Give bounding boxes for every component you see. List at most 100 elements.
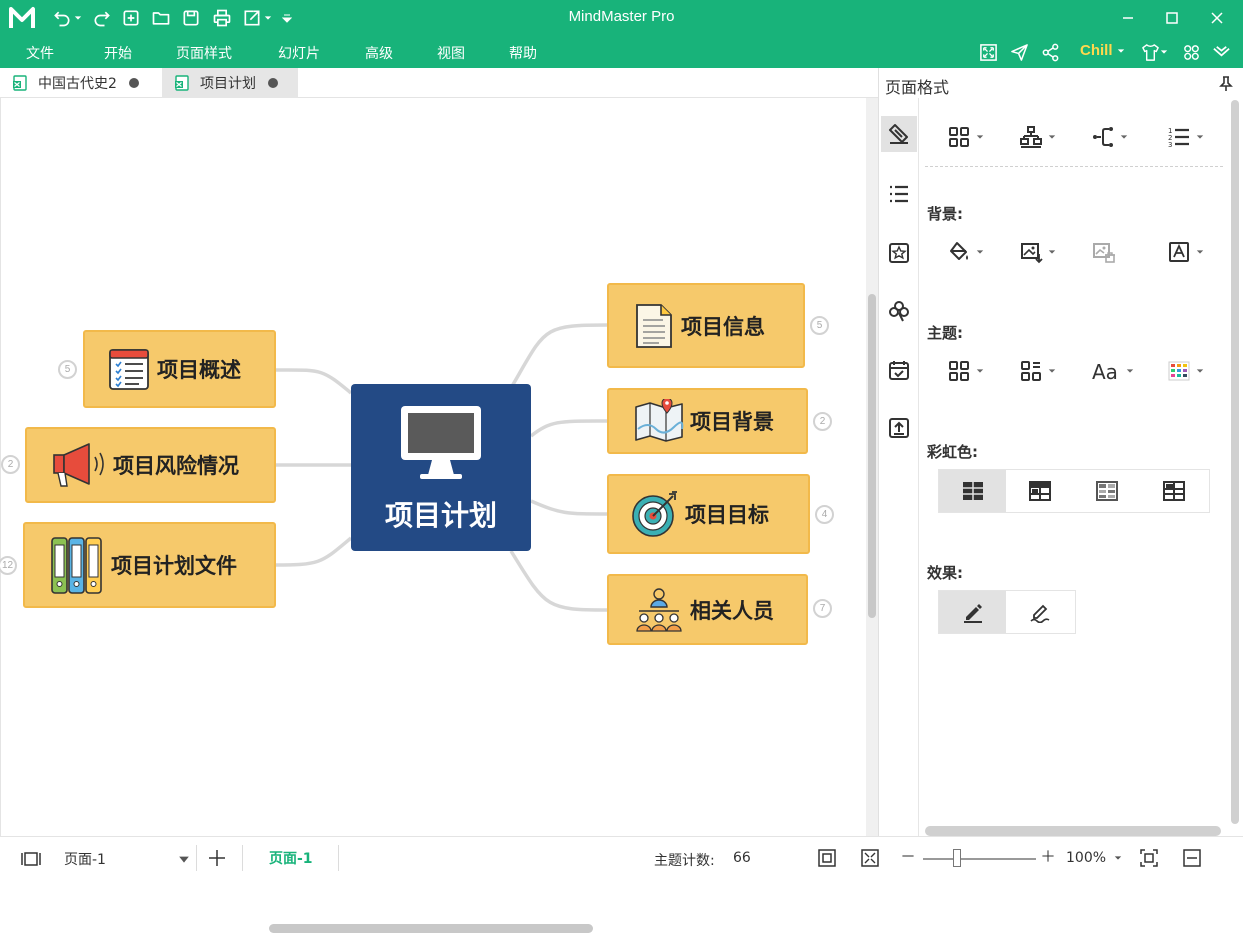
topic-related-people[interactable]: 相关人员: [607, 574, 808, 645]
zoom-out-button[interactable]: [901, 849, 915, 863]
chevron-down-icon: [1120, 135, 1128, 139]
maximize-button[interactable]: [1157, 4, 1187, 32]
fit-page-button[interactable]: [817, 848, 837, 868]
remove-background-button[interactable]: [1091, 238, 1115, 266]
scrollbar-thumb[interactable]: [1231, 100, 1239, 824]
menu-page-style[interactable]: 页面样式: [176, 43, 232, 63]
central-topic[interactable]: 项目计划: [351, 384, 531, 551]
rainbow-option-3[interactable]: [1073, 470, 1140, 512]
panel-vertical-scrollbar[interactable]: [1229, 98, 1241, 826]
collapse-count-badge[interactable]: 2: [1, 455, 20, 474]
collapse-count-badge[interactable]: 5: [58, 360, 77, 379]
theme-style-button[interactable]: [1019, 357, 1056, 385]
chevron-down-icon: [1117, 49, 1124, 53]
svg-text:3: 3: [1168, 141, 1172, 149]
megaphone-icon: [53, 443, 104, 487]
collapse-count-badge[interactable]: 5: [810, 316, 829, 335]
side-tab-outline[interactable]: [881, 176, 917, 212]
mindmap-file-icon: [13, 75, 27, 91]
share-button[interactable]: [1039, 41, 1061, 63]
handwriting-pen-icon: [1029, 604, 1049, 623]
side-tab-page-format[interactable]: [881, 116, 917, 152]
pin-icon[interactable]: [1219, 76, 1233, 92]
panel-horizontal-scrollbar[interactable]: [925, 826, 1221, 836]
fullscreen-view-button[interactable]: [860, 848, 880, 868]
topic-project-goals[interactable]: 项目目标: [607, 474, 810, 554]
zoom-level-select[interactable]: 100%: [1066, 850, 1122, 866]
send-icon: [1010, 43, 1028, 61]
theme-button[interactable]: [947, 357, 984, 385]
fit-width-button[interactable]: [1139, 848, 1159, 868]
background-color-button[interactable]: [947, 238, 984, 266]
side-tab-tasks[interactable]: [881, 352, 917, 388]
apps-button[interactable]: [1180, 41, 1202, 63]
fullscreen-button[interactable]: [977, 41, 999, 63]
add-page-button[interactable]: [207, 848, 227, 868]
canvas-vertical-scrollbar[interactable]: [866, 98, 878, 836]
canvas-horizontal-scrollbar[interactable]: [1, 922, 867, 934]
connector-style-button[interactable]: [1091, 123, 1128, 151]
mindmap-canvas[interactable]: 项目计划 项目信息 5 项目背景 2 项目目标 4 相关人员 7 项目概述 5 …: [0, 98, 866, 933]
side-tab-icons[interactable]: [881, 235, 917, 271]
tab-project-plan[interactable]: 项目计划: [162, 68, 298, 98]
chevron-down-icon: [1048, 135, 1056, 139]
fit-window-button[interactable]: [1182, 848, 1202, 868]
target-icon: [632, 491, 677, 537]
effect-option-normal[interactable]: [939, 591, 1006, 633]
structure-button[interactable]: [1019, 123, 1056, 151]
collapse-ribbon-button[interactable]: [1210, 41, 1232, 63]
tab-chinese-history[interactable]: 中国古代史2: [0, 68, 162, 98]
watermark-button[interactable]: [1167, 238, 1204, 266]
menu-file[interactable]: 文件: [26, 43, 54, 63]
layout-button[interactable]: [947, 123, 984, 151]
topic-label: 项目风险情况: [113, 454, 239, 478]
minimize-button[interactable]: [1113, 4, 1143, 32]
effect-option-handdrawn[interactable]: [1006, 591, 1073, 633]
rainbow-option-2[interactable]: [1006, 470, 1073, 512]
publish-button[interactable]: [1008, 41, 1030, 63]
skin-button[interactable]: [1137, 41, 1171, 63]
central-topic-label: 项目计划: [384, 499, 497, 532]
topic-project-background[interactable]: 项目背景: [607, 388, 808, 454]
topic-project-risks[interactable]: 项目风险情况: [25, 427, 276, 503]
unsaved-dot-icon[interactable]: [128, 78, 139, 88]
topic-project-info[interactable]: 项目信息: [607, 283, 805, 368]
page-select[interactable]: 页面-1: [64, 849, 190, 869]
people-icon: [636, 587, 682, 632]
zoom-in-button[interactable]: [1041, 849, 1055, 863]
background-image-button[interactable]: [1019, 238, 1056, 266]
collapse-count-badge[interactable]: 7: [813, 599, 832, 618]
close-button[interactable]: [1202, 4, 1232, 32]
rainbow-option-1[interactable]: [939, 470, 1006, 512]
unsaved-dot-icon[interactable]: [268, 78, 278, 88]
close-icon: [1211, 12, 1223, 24]
collapse-count-badge[interactable]: 2: [813, 412, 832, 431]
topic-project-overview[interactable]: 项目概述: [83, 330, 276, 408]
menu-slideshow[interactable]: 幻灯片: [278, 43, 320, 63]
toggle-page-panel-button[interactable]: [21, 849, 41, 869]
theme-font-button[interactable]: Aa: [1091, 357, 1134, 385]
paint-tool-icon: [889, 124, 908, 144]
side-tab-clipart[interactable]: [881, 293, 917, 329]
zoom-slider-track[interactable]: [923, 858, 1036, 860]
scrollbar-thumb[interactable]: [269, 924, 593, 933]
menu-help[interactable]: 帮助: [509, 43, 537, 63]
menu-home[interactable]: 开始: [104, 43, 132, 63]
chevron-down-icon: [1126, 369, 1134, 373]
rainbow-option-4[interactable]: [1140, 470, 1207, 512]
connector-line: [509, 550, 609, 612]
chevron-down-icon: [976, 369, 984, 373]
scrollbar-thumb[interactable]: [868, 294, 876, 618]
theme-color-button[interactable]: [1167, 357, 1204, 385]
zoom-slider-thumb[interactable]: [953, 849, 961, 867]
side-tab-export[interactable]: [881, 410, 917, 446]
upload-icon: [889, 418, 909, 438]
theme-selector[interactable]: Chill: [1080, 42, 1125, 59]
menu-advanced[interactable]: 高级: [365, 43, 393, 63]
collapse-count-badge[interactable]: 4: [815, 505, 834, 524]
page-tab-1[interactable]: 页面-1: [269, 848, 313, 868]
topic-project-plan-files[interactable]: 项目计划文件: [23, 522, 276, 608]
watermark-icon: [1169, 242, 1189, 262]
numbering-button[interactable]: 123: [1167, 123, 1204, 151]
menu-view[interactable]: 视图: [437, 43, 465, 63]
